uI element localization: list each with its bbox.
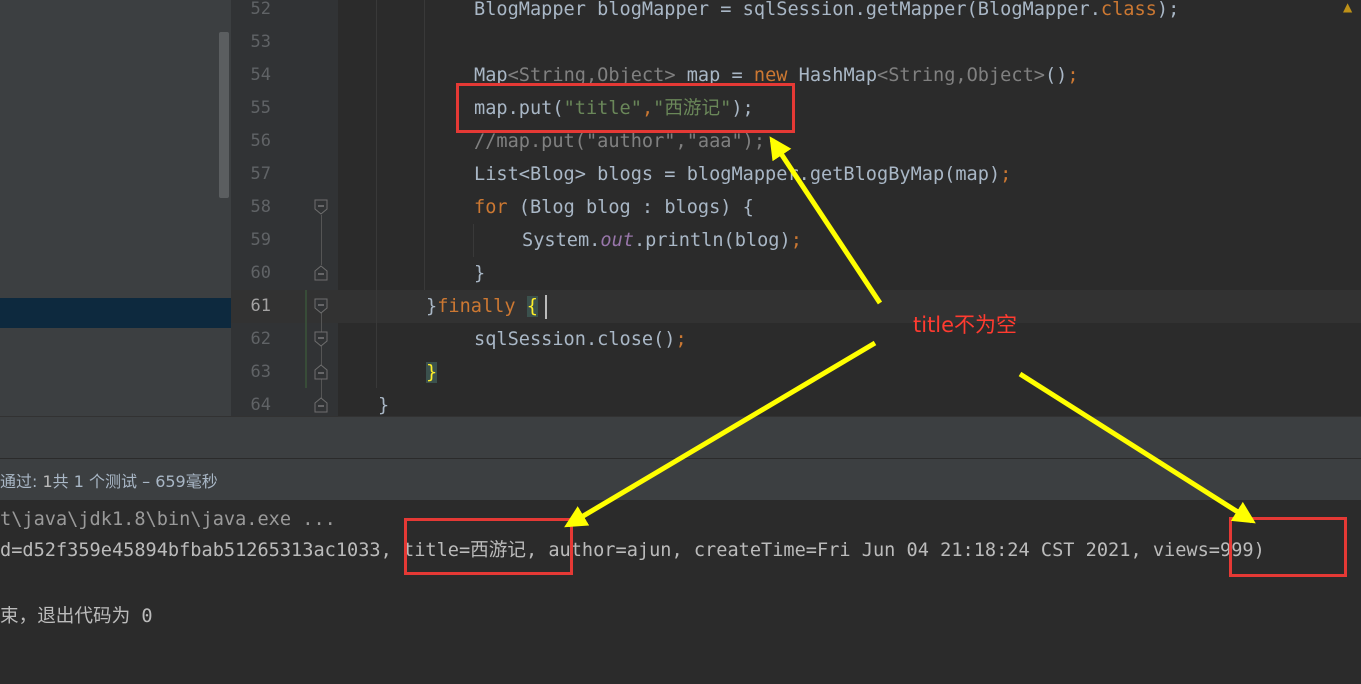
console-line: 束，退出代码为 0 bbox=[0, 606, 153, 627]
line-number: 57 bbox=[250, 164, 271, 184]
fold-connector bbox=[321, 313, 322, 405]
fold-icon[interactable] bbox=[314, 331, 328, 347]
code-line-58[interactable]: for (Blog blog : blogs) { bbox=[474, 191, 754, 224]
line-number: 58 bbox=[250, 197, 271, 217]
current-line-highlight bbox=[231, 290, 1361, 323]
code-line-63[interactable]: } bbox=[426, 356, 438, 389]
code-line-57[interactable]: List<Blog> blogs = blogMapper.getBlogByM… bbox=[474, 158, 1011, 191]
console-line: t\java\jdk1.8\bin\java.exe ... bbox=[0, 509, 336, 530]
indent-guide bbox=[424, 0, 425, 290]
console-line: d=d52f359e45894bfbab51265313ac1033, titl… bbox=[0, 540, 1265, 561]
line-number: 60 bbox=[250, 263, 271, 283]
vcs-change-marker[interactable] bbox=[305, 290, 307, 388]
fold-icon[interactable] bbox=[314, 397, 328, 413]
highlight-box-map-put bbox=[456, 83, 795, 133]
fold-icon[interactable] bbox=[314, 265, 328, 281]
code-line-62[interactable]: sqlSession.close(); bbox=[474, 323, 687, 356]
line-number: 52 bbox=[250, 0, 271, 19]
line-number: 53 bbox=[250, 32, 271, 52]
code-line-52[interactable]: BlogMapper blogMapper = sqlSession.getMa… bbox=[474, 0, 1179, 26]
text-caret bbox=[545, 295, 547, 319]
code-line-60[interactable]: } bbox=[474, 257, 485, 290]
fold-connector bbox=[321, 215, 322, 265]
line-number: 56 bbox=[250, 131, 271, 151]
line-number: 62 bbox=[250, 329, 271, 349]
project-tree-selected-item[interactable] bbox=[0, 298, 231, 328]
indent-guide bbox=[473, 224, 474, 257]
project-panel bbox=[0, 0, 231, 416]
line-number: 63 bbox=[250, 362, 271, 382]
project-panel-scrollbar[interactable] bbox=[219, 32, 229, 198]
warning-icon[interactable]: ▲ bbox=[1343, 0, 1352, 14]
annotation-label: title不为空 bbox=[913, 313, 1018, 337]
test-status-text: 通过: 1共 1 个测试 – 659毫秒 bbox=[0, 472, 218, 491]
line-number: 59 bbox=[250, 230, 271, 250]
line-number: 55 bbox=[250, 98, 271, 118]
fold-icon[interactable] bbox=[314, 199, 328, 215]
highlight-box-views bbox=[1229, 517, 1347, 577]
highlight-box-title bbox=[404, 518, 573, 575]
run-tool-window-header bbox=[0, 416, 1361, 458]
code-line-61[interactable]: }finally { bbox=[426, 290, 538, 323]
indent-guide bbox=[376, 0, 377, 388]
code-line-59[interactable]: System.out.println(blog); bbox=[522, 224, 802, 257]
line-number: 54 bbox=[250, 65, 271, 85]
fold-icon[interactable] bbox=[314, 298, 328, 314]
line-number-current: 61 bbox=[250, 296, 271, 316]
fold-icon[interactable] bbox=[314, 364, 328, 380]
